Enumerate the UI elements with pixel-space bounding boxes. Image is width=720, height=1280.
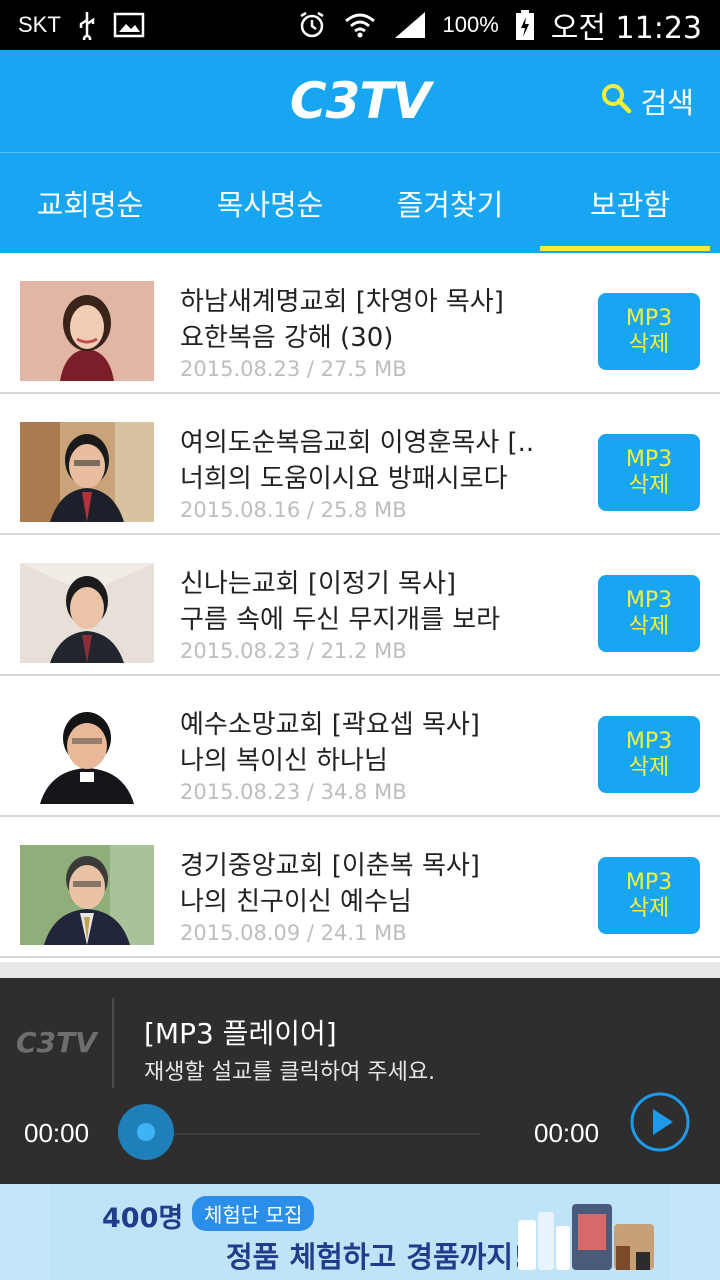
list-item[interactable]: 예수소망교회 [곽요셉 목사] 나의 복이신 하나님 2015.08.23 / … — [0, 676, 720, 817]
mp3-delete-button[interactable]: MP3 삭제 — [598, 293, 700, 370]
play-button[interactable] — [630, 1092, 690, 1152]
product-image-icon — [518, 1204, 654, 1270]
total-time: 00:00 — [534, 1118, 600, 1148]
search-label: 검색 — [640, 86, 694, 120]
ad-headline: 정품 체험하고 경품까지! — [226, 1240, 527, 1274]
ad-count: 400명 — [102, 1203, 184, 1234]
sermon-list: 하남새계명교회 [차영아 목사] 요한복음 강해 (30) 2015.08.23… — [0, 253, 720, 958]
pastor-photo — [20, 704, 154, 804]
mp3-delete-button[interactable]: MP3 삭제 — [598, 716, 700, 793]
current-time: 00:00 — [24, 1118, 90, 1148]
item-church-pastor: 경기중앙교회 [이춘복 목사] — [180, 851, 480, 881]
item-sermon-title: 구름 속에 두신 무지개를 보라 — [180, 605, 501, 635]
delete-label: 삭제 — [628, 613, 670, 639]
player-separator — [112, 998, 114, 1088]
ad-banner[interactable]: 400명 체험단 모집 정품 체험하고 경품까지! — [0, 1184, 720, 1280]
tab-bar: 교회명순 목사명순 즐겨찾기 보관함 — [0, 153, 720, 253]
player-subtitle: 재생할 설교를 클릭하여 주세요. — [144, 1060, 436, 1085]
mp3-player: C3TV [MP3 플레이어] 재생할 설교를 클릭하여 주세요. 00:00 … — [0, 978, 720, 1184]
item-sermon-title: 나의 친구이신 예수님 — [180, 887, 412, 917]
delete-label: 삭제 — [628, 895, 670, 921]
tab-storage[interactable]: 보관함 — [540, 153, 720, 253]
player-title: [MP3 플레이어] — [144, 1017, 337, 1050]
item-sermon-title: 너희의 도움이시요 방패시로다 — [180, 464, 508, 494]
play-icon — [630, 1092, 690, 1152]
tab-church-name[interactable]: 교회명순 — [0, 153, 180, 253]
item-church-pastor: 신나는교회 [이정기 목사] — [180, 569, 457, 599]
list-footer-divider — [0, 962, 720, 978]
carrier-label: SKT — [18, 12, 61, 37]
mp3-label: MP3 — [625, 728, 673, 754]
search-icon — [599, 81, 633, 122]
item-church-pastor: 예수소망교회 [곽요셉 목사] — [180, 710, 480, 740]
item-date-size: 2015.08.23 / 21.2 MB — [180, 639, 407, 663]
pastor-photo — [20, 281, 154, 381]
pastor-photo — [20, 845, 154, 945]
image-icon — [113, 12, 145, 38]
mp3-delete-button[interactable]: MP3 삭제 — [598, 575, 700, 652]
app-header: C3TV 검색 — [0, 50, 720, 152]
player-logo: C3TV — [16, 1026, 97, 1059]
item-sermon-title: 요한복음 강해 (30) — [180, 323, 394, 353]
status-bar: SKT 100% 오전 11:23 — [0, 0, 720, 50]
signal-icon — [393, 10, 427, 40]
pastor-photo — [20, 422, 154, 522]
delete-label: 삭제 — [628, 331, 670, 357]
tab-pastor-name[interactable]: 목사명순 — [180, 153, 360, 253]
mp3-label: MP3 — [625, 446, 673, 472]
search-button[interactable]: 검색 — [599, 80, 694, 122]
mp3-delete-button[interactable]: MP3 삭제 — [598, 434, 700, 511]
list-item[interactable]: 하남새계명교회 [차영아 목사] 요한복음 강해 (30) 2015.08.23… — [0, 253, 720, 394]
mp3-delete-button[interactable]: MP3 삭제 — [598, 857, 700, 934]
wifi-icon — [343, 11, 377, 39]
delete-label: 삭제 — [628, 754, 670, 780]
list-item[interactable]: 경기중앙교회 [이춘복 목사] 나의 친구이신 예수님 2015.08.09 /… — [0, 817, 720, 958]
delete-label: 삭제 — [628, 472, 670, 498]
item-date-size: 2015.08.09 / 24.1 MB — [180, 921, 407, 945]
list-item[interactable]: 신나는교회 [이정기 목사] 구름 속에 두신 무지개를 보라 2015.08.… — [0, 535, 720, 676]
mp3-label: MP3 — [625, 869, 673, 895]
ad-badge: 체험단 모집 — [192, 1196, 315, 1231]
item-date-size: 2015.08.16 / 25.8 MB — [180, 498, 407, 522]
item-church-pastor: 여의도순복음교회 이영훈목사 [.. — [180, 428, 535, 458]
battery-charging-icon — [515, 9, 535, 41]
item-sermon-title: 나의 복이신 하나님 — [180, 746, 388, 776]
tab-favorites[interactable]: 즐겨찾기 — [360, 153, 540, 253]
usb-icon — [77, 10, 97, 40]
seek-track[interactable] — [150, 1133, 480, 1135]
mp3-label: MP3 — [625, 305, 673, 331]
item-date-size: 2015.08.23 / 34.8 MB — [180, 780, 407, 804]
pastor-photo — [20, 563, 154, 663]
battery-percent: 100% — [442, 12, 499, 37]
clock: 오전 11:23 — [550, 11, 702, 46]
mp3-label: MP3 — [625, 587, 673, 613]
list-item[interactable]: 여의도순복음교회 이영훈목사 [.. 너희의 도움이시요 방패시로다 2015.… — [0, 394, 720, 535]
item-date-size: 2015.08.23 / 27.5 MB — [180, 357, 407, 381]
seek-handle[interactable] — [118, 1104, 174, 1160]
alarm-icon — [297, 10, 327, 40]
item-church-pastor: 하남새계명교회 [차영아 목사] — [180, 287, 504, 317]
